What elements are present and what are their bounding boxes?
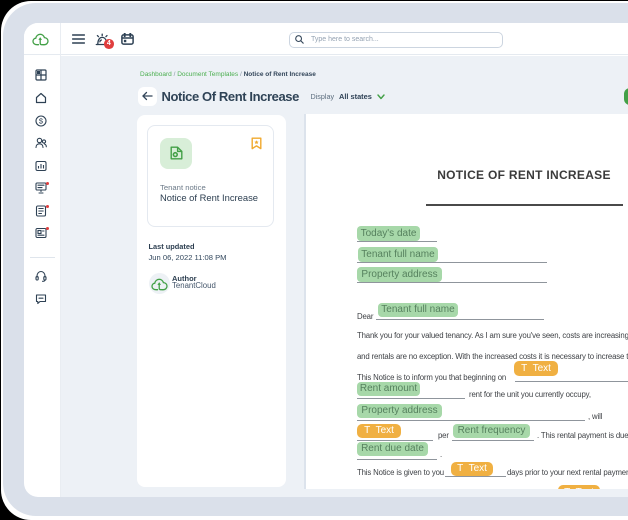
svg-text:$: $ (39, 116, 44, 125)
